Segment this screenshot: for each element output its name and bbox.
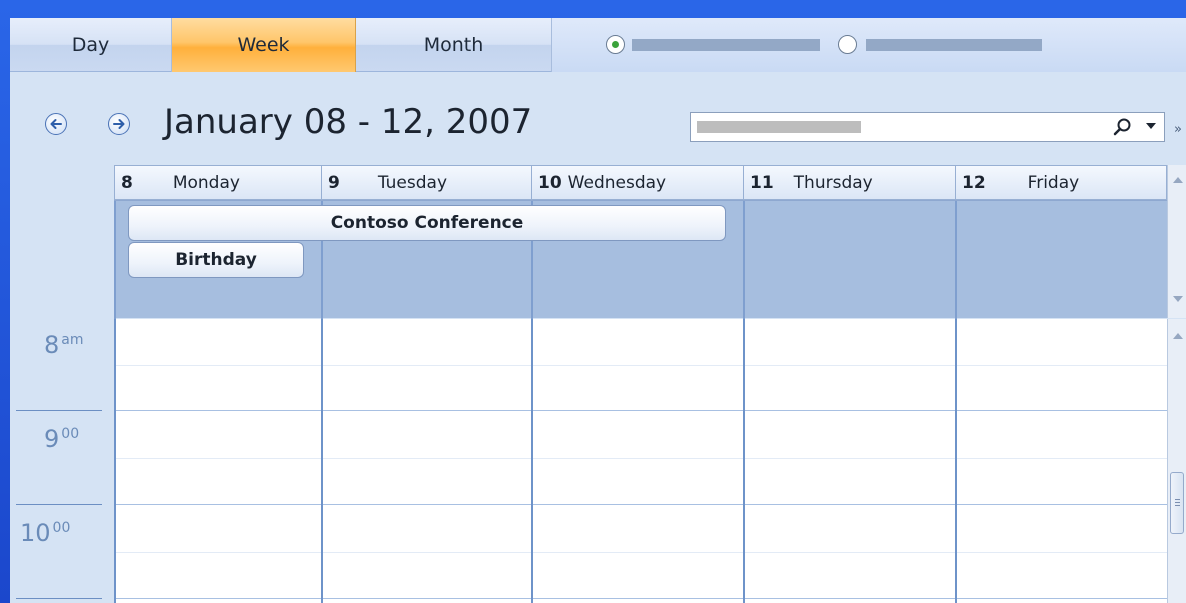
time-grid-scrollbar[interactable] [1167, 319, 1186, 603]
next-week-button[interactable] [108, 113, 130, 135]
day-header-wednesday[interactable]: 10 Wednesday [532, 165, 744, 200]
hour-line [114, 410, 1167, 411]
day-column-divider [955, 319, 957, 603]
time-slots-grid[interactable] [114, 319, 1167, 603]
day-column-divider [321, 319, 323, 603]
day-header-monday[interactable]: 8 Monday [114, 165, 322, 200]
scroll-down-icon[interactable] [1173, 296, 1183, 302]
search-options-dropdown[interactable] [1146, 123, 1156, 129]
view-option-radio-1[interactable] [606, 35, 625, 54]
day-name: Tuesday [377, 172, 448, 193]
day-header-friday[interactable]: 12 Friday [956, 165, 1167, 200]
all-day-event[interactable]: Contoso Conference [128, 205, 726, 241]
scrollbar-thumb[interactable] [1170, 472, 1184, 534]
half-hour-line [114, 552, 1167, 553]
day-number: 8 [121, 172, 133, 193]
redacted-label-1 [632, 39, 820, 51]
search-input[interactable] [690, 112, 1165, 142]
all-day-column-divider [743, 201, 745, 319]
half-hour-line [114, 458, 1167, 459]
time-label-8am: 8 am [44, 331, 84, 359]
hour-divider [16, 598, 102, 599]
scroll-up-icon[interactable] [1173, 333, 1183, 339]
all-day-event[interactable]: Birthday [128, 242, 304, 278]
date-range-title: January 08 - 12, 2007 [164, 102, 533, 142]
time-label-9: 9 00 [44, 425, 80, 453]
all-day-column-divider [114, 201, 116, 319]
search-placeholder-redacted [697, 121, 861, 133]
day-name: Friday [1027, 172, 1080, 193]
day-number: 12 [962, 172, 986, 193]
all-day-scrollbar[interactable] [1167, 165, 1186, 318]
tab-week[interactable]: Week [172, 18, 356, 72]
day-number: 11 [750, 172, 774, 193]
day-header-tuesday[interactable]: 9 Tuesday [322, 165, 532, 200]
day-name: Wednesday [567, 172, 667, 193]
half-hour-line [114, 365, 1167, 366]
hour-line [114, 504, 1167, 505]
view-option-radio-2[interactable] [838, 35, 857, 54]
arrow-right-icon [113, 119, 125, 129]
hour-line [114, 598, 1167, 599]
day-column-divider [743, 319, 745, 603]
scroll-up-icon[interactable] [1173, 177, 1183, 183]
all-day-events-area[interactable]: Contoso Conference Birthday [114, 200, 1167, 319]
day-name: Thursday [793, 172, 873, 193]
day-number: 9 [328, 172, 340, 193]
day-column-divider [114, 319, 116, 603]
all-day-column-divider [955, 201, 957, 319]
time-label-10: 10 00 [20, 519, 71, 547]
day-column-divider [531, 319, 533, 603]
tab-day[interactable]: Day [10, 18, 172, 72]
day-header-thursday[interactable]: 11 Thursday [744, 165, 956, 200]
hour-divider [16, 504, 102, 505]
hour-divider [16, 410, 102, 411]
day-name: Monday [172, 172, 240, 193]
view-options-group [552, 18, 1186, 72]
previous-week-button[interactable] [45, 113, 67, 135]
calendar-window: Day Week Month January 08 - 12, 2007 » 8… [10, 18, 1186, 603]
day-number: 10 [538, 172, 562, 193]
arrow-left-icon [50, 119, 62, 129]
time-ruler: 8 am 9 00 10 00 [10, 319, 114, 603]
redacted-label-2 [866, 39, 1042, 51]
expand-chevron-icon[interactable]: » [1174, 122, 1182, 137]
tab-month[interactable]: Month [356, 18, 552, 72]
view-switch-bar: Day Week Month [10, 18, 1186, 72]
search-icon[interactable] [1112, 117, 1132, 137]
